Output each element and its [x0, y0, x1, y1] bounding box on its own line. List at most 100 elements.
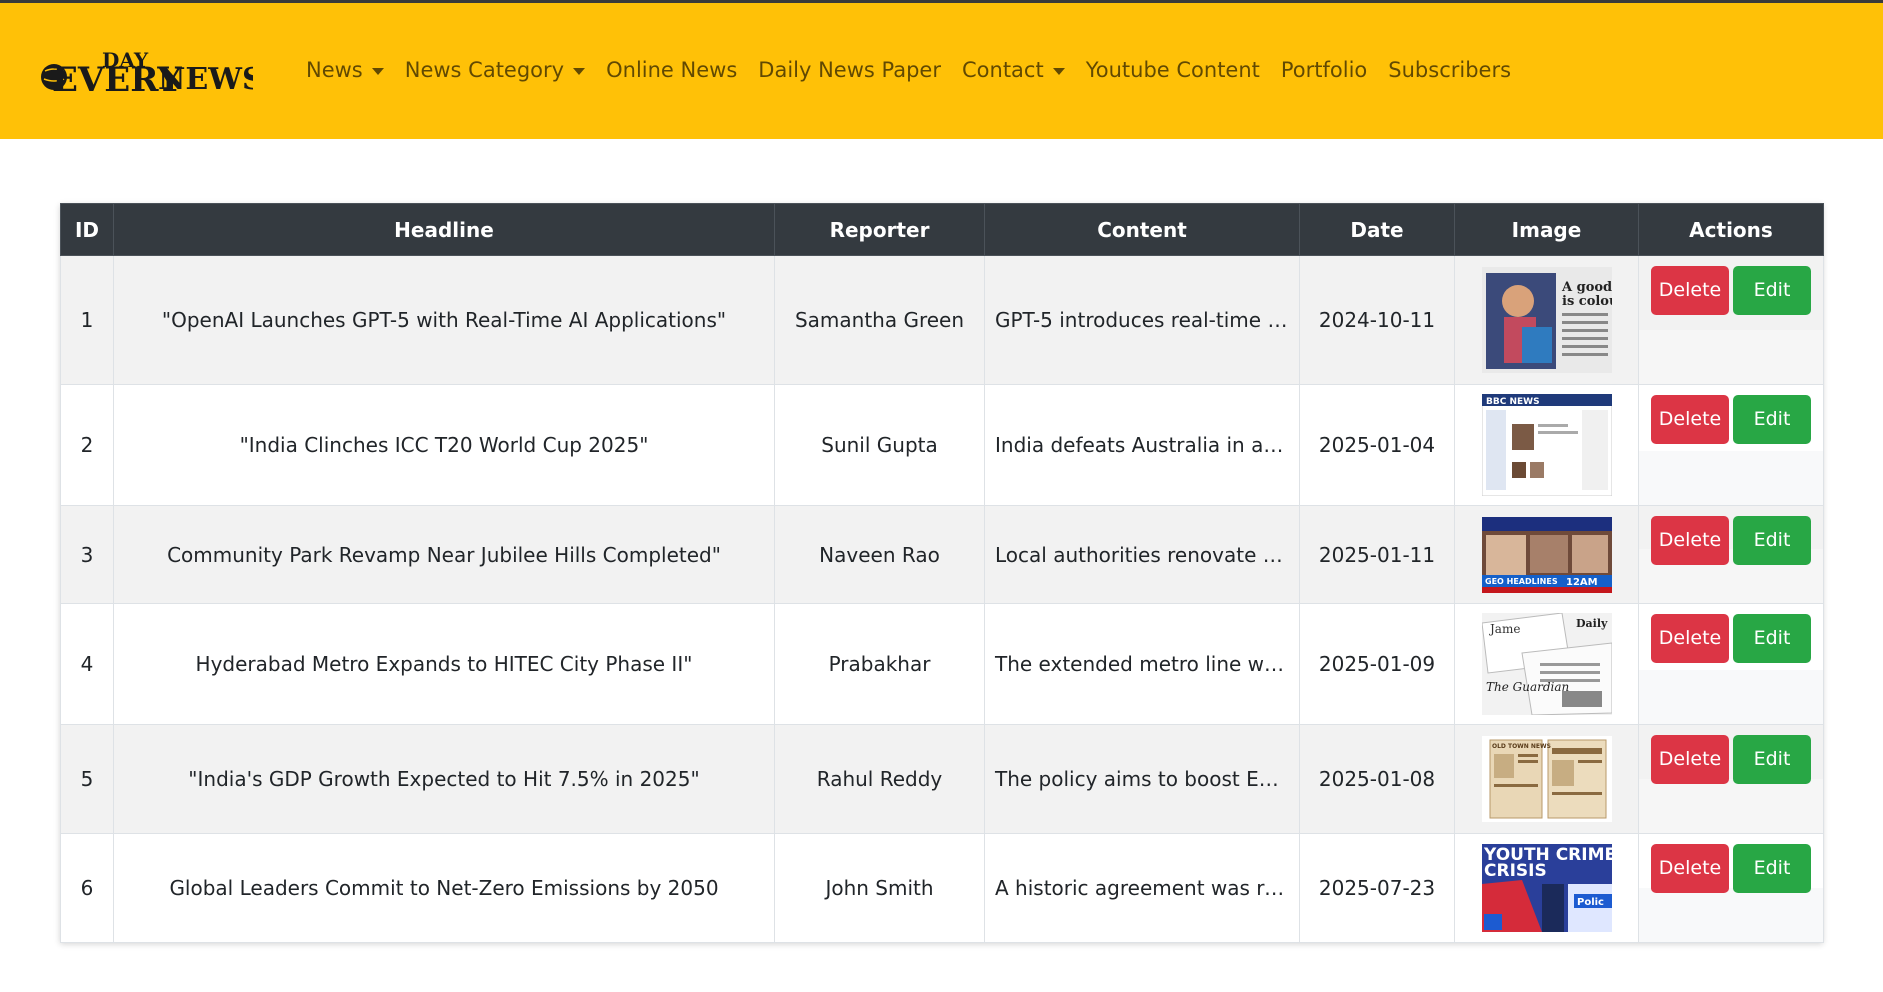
edit-button[interactable]: Edit [1733, 266, 1811, 315]
delete-button[interactable]: Delete [1651, 735, 1729, 784]
nav-item-news-category[interactable]: News Category [404, 58, 586, 82]
col-header-id: ID [60, 203, 114, 256]
nav-item-news[interactable]: News [306, 58, 384, 82]
delete-button[interactable]: Delete [1651, 844, 1729, 893]
delete-button[interactable]: Delete [1651, 266, 1729, 315]
edit-button[interactable]: Edit [1733, 395, 1811, 444]
nav-item-label: News [306, 58, 363, 82]
svg-text:CRISIS: CRISIS [1484, 861, 1547, 881]
cell-reporter: Naveen Rao [774, 505, 985, 604]
svg-text:OLD TOWN NEWS: OLD TOWN NEWS [1492, 743, 1551, 750]
cell-actions: Delete Edit [1638, 505, 1824, 604]
cell-content: A historic agreement was rea... [984, 833, 1300, 943]
nav-item-label: Portfolio [1280, 58, 1368, 82]
edit-button[interactable]: Edit [1733, 516, 1811, 565]
col-header-actions: Actions [1638, 203, 1824, 256]
cell-reporter: Samantha Green [774, 255, 985, 385]
cell-headline: Hyderabad Metro Expands to HITEC City Ph… [113, 603, 775, 725]
table-row: 4 Hyderabad Metro Expands to HITEC City P… [60, 603, 1824, 725]
cell-id: 3 [60, 505, 114, 604]
svg-text:BBC NEWS: BBC NEWS [1486, 397, 1540, 407]
svg-text:Daily: Daily [1576, 617, 1608, 630]
nav-item-label: Daily News Paper [758, 58, 941, 82]
cell-id: 4 [60, 603, 114, 725]
cell-image: BBC NEWS [1454, 384, 1639, 506]
svg-text:Jame: Jame [1488, 622, 1520, 636]
site-logo[interactable]: EVERY DAY NEWS [38, 47, 253, 99]
cell-content: The extended metro line will ... [984, 603, 1300, 725]
news-thumbnail: BBC NEWS [1481, 394, 1612, 496]
table-row: 1 "OpenAI Launches GPT-5 with Real-Time A… [60, 255, 1824, 385]
main-nav: News News Category Online News Daily News P… [306, 58, 1532, 82]
table-row: 5 "India's GDP Growth Expected to Hit 7.5… [60, 724, 1824, 834]
cell-headline: "India Clinches ICC T20 World Cup 2025" [113, 384, 775, 506]
edit-button[interactable]: Edit [1733, 735, 1811, 784]
nav-item-label: Youtube Content [1085, 58, 1260, 82]
nav-item-contact[interactable]: Contact [962, 58, 1065, 82]
cell-headline: Global Leaders Commit to Net-Zero Emissi… [113, 833, 775, 943]
col-header-image: Image [1454, 203, 1639, 256]
nav-item-label: Online News [606, 58, 738, 82]
table-header-row: ID Headline Reporter Content Date Image … [60, 203, 1824, 256]
caret-down-icon [1052, 67, 1065, 75]
cell-headline: "OpenAI Launches GPT-5 with Real-Time AI… [113, 255, 775, 385]
svg-text:A good: A good [1561, 280, 1612, 295]
cell-id: 6 [60, 833, 114, 943]
svg-text:The Guardian: The Guardian [1486, 680, 1569, 694]
cell-id: 5 [60, 724, 114, 834]
col-header-date: Date [1299, 203, 1455, 256]
navbar: EVERY DAY NEWS News News Category Online N… [0, 0, 1883, 139]
edit-button[interactable]: Edit [1733, 614, 1811, 663]
nav-item-subscribers[interactable]: Subscribers [1388, 58, 1511, 82]
svg-text:GEO HEADLINES: GEO HEADLINES [1485, 577, 1558, 586]
news-thumbnail: A good is colou [1481, 267, 1612, 373]
nav-item-portfolio[interactable]: Portfolio [1281, 58, 1367, 82]
delete-button[interactable]: Delete [1651, 395, 1729, 444]
nav-item-daily-news-paper[interactable]: Daily News Paper [758, 58, 941, 82]
table-row: 2 "India Clinches ICC T20 World Cup 2025"… [60, 384, 1824, 506]
cell-image: A good is colou [1454, 255, 1639, 385]
cell-date: 2025-01-11 [1299, 505, 1455, 604]
nav-item-label: Subscribers [1388, 58, 1512, 82]
news-thumbnail: GEO HEADLINES 12AM [1481, 516, 1612, 593]
cell-actions: Delete Edit [1638, 255, 1824, 385]
caret-down-icon [371, 67, 384, 75]
cell-date: 2024-10-11 [1299, 255, 1455, 385]
cell-reporter: Sunil Gupta [774, 384, 985, 506]
cell-image: OLD TOWN NEWS [1454, 724, 1639, 834]
col-header-reporter: Reporter [774, 203, 985, 256]
col-header-headline: Headline [113, 203, 775, 256]
svg-text:is colou: is colou [1562, 294, 1612, 309]
nav-item-label: Contact [962, 58, 1044, 82]
nav-item-online-news[interactable]: Online News [606, 58, 737, 82]
col-header-content: Content [984, 203, 1300, 256]
news-table-container: ID Headline Reporter Content Date Image … [60, 203, 1824, 943]
caret-down-icon [573, 67, 586, 75]
cell-image: Jame Daily The Guardian [1454, 603, 1639, 725]
cell-id: 1 [60, 255, 114, 385]
cell-id: 2 [60, 384, 114, 506]
table-row: 6 Global Leaders Commit to Net-Zero Emiss… [60, 833, 1824, 943]
edit-button[interactable]: Edit [1733, 844, 1811, 893]
cell-date: 2025-01-09 [1299, 603, 1455, 725]
delete-button[interactable]: Delete [1651, 614, 1729, 663]
cell-actions: Delete Edit [1638, 384, 1824, 506]
cell-headline: "India's GDP Growth Expected to Hit 7.5%… [113, 724, 775, 834]
cell-actions: Delete Edit [1638, 724, 1824, 834]
cell-image: YOUTH CRIME CRISIS Polic [1454, 833, 1639, 943]
cell-actions: Delete Edit [1638, 603, 1824, 725]
delete-button[interactable]: Delete [1651, 516, 1729, 565]
cell-content: The policy aims to boost EV a... [984, 724, 1300, 834]
cell-image: GEO HEADLINES 12AM [1454, 505, 1639, 604]
svg-text:DAY: DAY [102, 48, 149, 72]
nav-item-label: News Category [404, 58, 565, 82]
cell-content: Local authorities renovate the... [984, 505, 1300, 604]
cell-reporter: Rahul Reddy [774, 724, 985, 834]
nav-item-youtube-content[interactable]: Youtube Content [1086, 58, 1260, 82]
cell-reporter: John Smith [774, 833, 985, 943]
news-thumbnail: YOUTH CRIME CRISIS Polic [1481, 844, 1612, 932]
cell-content: GPT-5 introduces real-time AI... [984, 255, 1300, 385]
news-thumbnail: OLD TOWN NEWS [1481, 736, 1612, 822]
svg-text:12AM: 12AM [1566, 577, 1598, 588]
svg-text:Polic: Polic [1577, 897, 1604, 908]
